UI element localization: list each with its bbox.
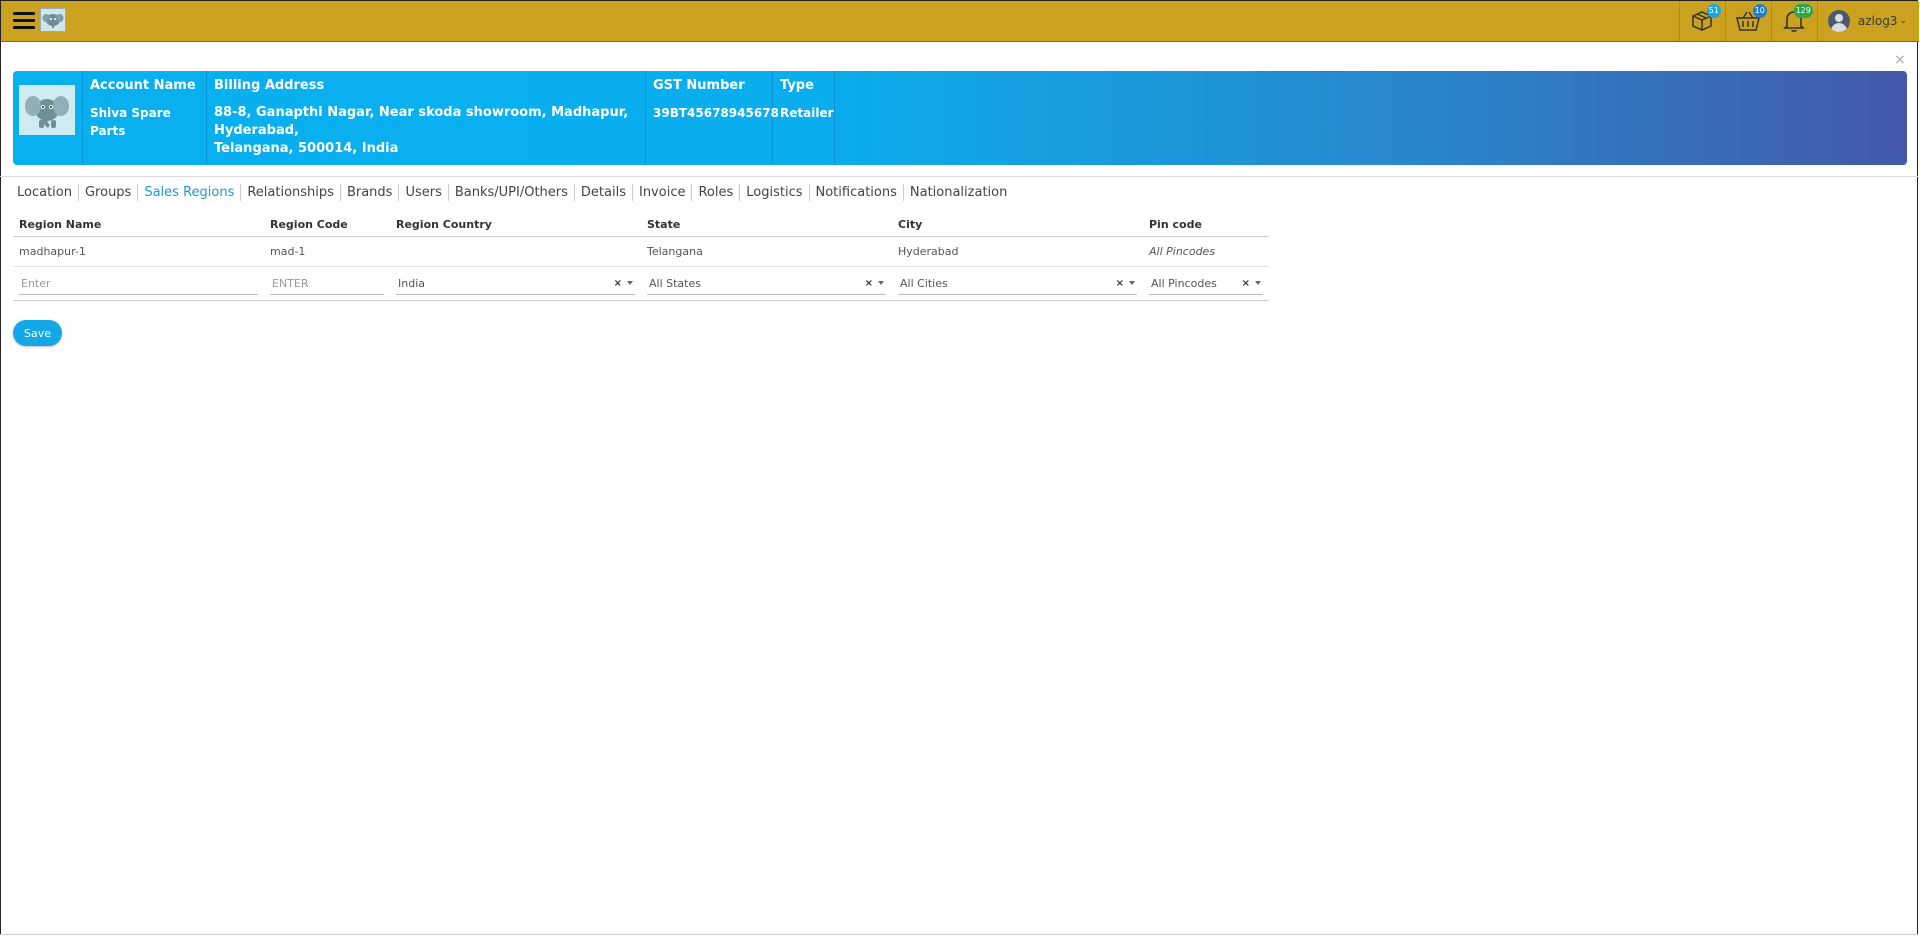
region-name-cell: madhapur-1	[19, 245, 86, 258]
country-select-value: India	[398, 276, 425, 290]
state-select[interactable]: All States ×	[647, 273, 886, 295]
region-code-input[interactable]	[270, 273, 384, 295]
gst-number-cell: GST Number 39BT45678945678	[646, 71, 779, 165]
basket-notification[interactable]: 10	[1724, 1, 1771, 41]
pincode-cell: All Pincodes	[1149, 245, 1216, 258]
basket-count-badge: 10	[1752, 4, 1767, 18]
column-header: City	[898, 218, 923, 231]
package-notification[interactable]: 51	[1678, 1, 1725, 41]
city-select[interactable]: All Cities ×	[898, 273, 1137, 295]
tab-details[interactable]: Details	[575, 184, 633, 201]
pincode-select[interactable]: All Pincodes ×	[1149, 273, 1263, 295]
billing-address-cell: Billing Address 88-8, Ganapthi Nagar, Ne…	[207, 71, 646, 165]
type-header: Type	[780, 78, 814, 93]
divider	[0, 176, 1918, 177]
tab-notifications[interactable]: Notifications	[810, 184, 904, 201]
billing-address-line: Hyderabad,	[214, 123, 299, 138]
city-select-cell: All Cities ×	[892, 273, 1143, 295]
tab-brands[interactable]: Brands	[341, 184, 400, 201]
tab-logistics[interactable]: Logistics	[740, 184, 810, 201]
gst-number-header: GST Number	[653, 78, 745, 93]
clear-icon[interactable]: ×	[1242, 278, 1250, 289]
save-button[interactable]: Save	[13, 320, 62, 346]
user-menu[interactable]: azlog3 ⌄	[1816, 1, 1919, 41]
clear-icon[interactable]: ×	[614, 278, 622, 289]
chevron-down-icon: ⌄	[1899, 16, 1907, 26]
clear-icon[interactable]: ×	[865, 278, 873, 289]
table-row[interactable]: madhapur-1 mad-1 Telangana Hyderabad All…	[13, 237, 1269, 267]
tab-roles[interactable]: Roles	[692, 184, 741, 201]
column-header: Pin code	[1149, 218, 1202, 231]
tab-users[interactable]: Users	[399, 184, 449, 201]
dropdown-arrow-icon[interactable]	[1255, 281, 1261, 285]
state-select-cell: All States ×	[641, 273, 892, 295]
tab-relationships[interactable]: Relationships	[241, 184, 341, 201]
close-icon[interactable]: ×	[1894, 53, 1906, 67]
country-select[interactable]: India ×	[396, 273, 635, 295]
account-name: Shiva Spare Parts	[90, 106, 171, 138]
tab-invoice[interactable]: Invoice	[633, 184, 693, 201]
billing-address-line: 88-8, Ganapthi Nagar, Near skoda showroo…	[214, 105, 629, 120]
gst-number: 39BT45678945678	[653, 106, 779, 120]
hamburger-icon[interactable]	[13, 12, 35, 30]
column-header: State	[647, 218, 681, 231]
footer-divider	[0, 934, 1918, 935]
dropdown-arrow-icon[interactable]	[627, 281, 633, 285]
country-select-cell: India ×	[390, 273, 641, 295]
sales-regions-table: Region Name Region Code Region Country S…	[13, 213, 1269, 301]
state-cell: Telangana	[647, 245, 703, 258]
package-count-badge: 51	[1706, 4, 1721, 18]
type-cell: Type Retailer	[773, 71, 835, 165]
bell-notification[interactable]: 129	[1770, 1, 1817, 41]
account-logo-cell	[13, 71, 83, 165]
new-region-row: India × All States × All Cities × All Pi…	[13, 267, 1269, 301]
user-avatar-icon	[1827, 10, 1850, 32]
column-header: Region Name	[19, 218, 102, 231]
account-logo-icon	[19, 85, 75, 135]
account-banner: Account Name Shiva Spare Parts Billing A…	[13, 71, 1907, 165]
column-header: Region Code	[270, 218, 348, 231]
top-icons-group: 51 10 129 azlog3 ⌄	[1678, 1, 1919, 41]
city-select-value: All Cities	[900, 276, 948, 290]
tab-bar: Location Groups Sales Regions Relationsh…	[11, 184, 1013, 201]
account-name-header: Account Name	[90, 78, 196, 93]
top-bar: 51 10 129 azlog3 ⌄	[1, 1, 1919, 42]
pincode-select-value: All Pincodes	[1151, 276, 1217, 290]
region-code-input-cell	[264, 272, 390, 295]
region-code-cell: mad-1	[270, 245, 306, 258]
dropdown-arrow-icon[interactable]	[1129, 281, 1135, 285]
table-header-row: Region Name Region Code Region Country S…	[13, 213, 1269, 237]
tab-nationalization[interactable]: Nationalization	[904, 184, 1013, 201]
user-name: azlog3	[1857, 14, 1898, 28]
city-cell: Hyderabad	[898, 245, 959, 258]
tab-sales-regions[interactable]: Sales Regions	[138, 184, 242, 201]
dropdown-arrow-icon[interactable]	[878, 281, 884, 285]
billing-address-line: Telangana, 500014, India	[214, 141, 399, 156]
account-type: Retailer	[780, 106, 834, 120]
clear-icon[interactable]: ×	[1116, 278, 1124, 289]
bell-count-badge: 129	[1793, 4, 1813, 18]
tab-location[interactable]: Location	[11, 184, 79, 201]
tab-groups[interactable]: Groups	[79, 184, 139, 201]
state-select-value: All States	[649, 276, 701, 290]
elephant-logo-icon[interactable]	[40, 8, 66, 32]
column-header: Region Country	[396, 218, 492, 231]
pincode-select-cell: All Pincodes ×	[1143, 273, 1269, 295]
tab-banks[interactable]: Banks/UPI/Others	[449, 184, 575, 201]
billing-address-header: Billing Address	[214, 78, 325, 93]
account-name-cell: Account Name Shiva Spare Parts	[83, 71, 207, 165]
region-name-input-cell	[13, 272, 264, 295]
region-name-input[interactable]	[19, 273, 258, 295]
billing-address: 88-8, Ganapthi Nagar, Near skoda showroo…	[214, 104, 639, 158]
